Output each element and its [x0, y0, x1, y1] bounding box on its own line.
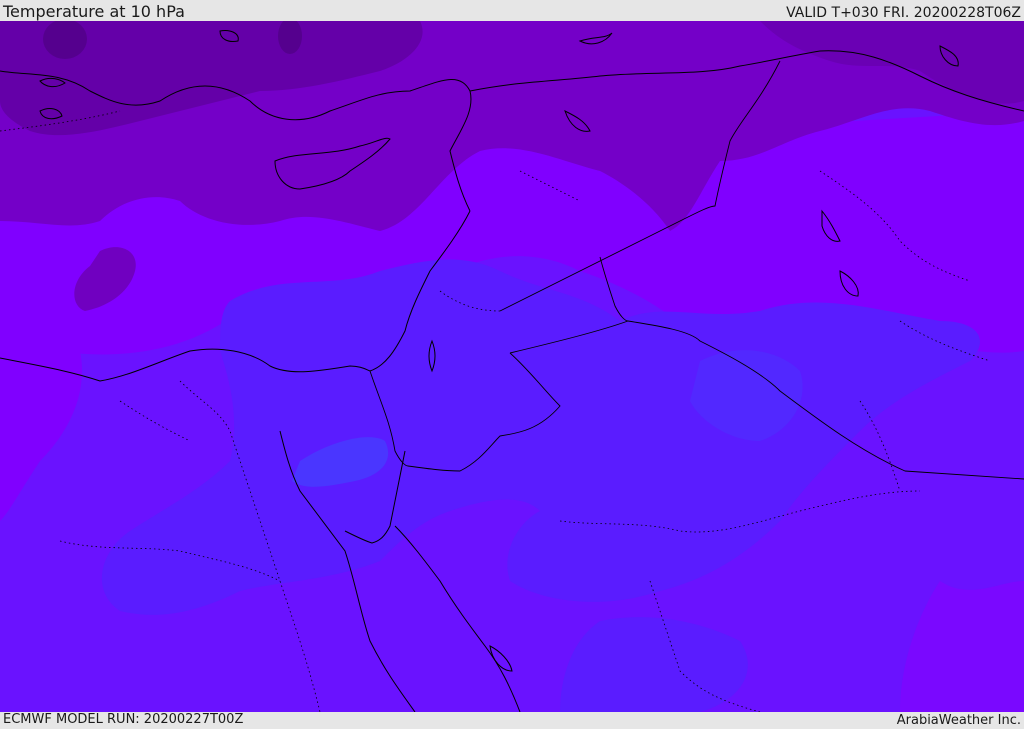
temperature-map: [0, 21, 1024, 712]
header-bar: Temperature at 10 hPa VALID T+030 FRI. 2…: [0, 0, 1024, 21]
map-title: Temperature at 10 hPa: [3, 2, 185, 21]
model-run-label: ECMWF MODEL RUN: 20200227T00Z: [3, 712, 244, 727]
map-canvas: [0, 21, 1024, 712]
valid-time: VALID T+030 FRI. 20200228T06Z: [786, 5, 1021, 21]
credit-label: ArabiaWeather Inc.: [896, 713, 1021, 728]
weather-map-page: Temperature at 10 hPa VALID T+030 FRI. 2…: [0, 0, 1024, 729]
footer-bar: ECMWF MODEL RUN: 20200227T00Z ArabiaWeat…: [0, 712, 1024, 729]
